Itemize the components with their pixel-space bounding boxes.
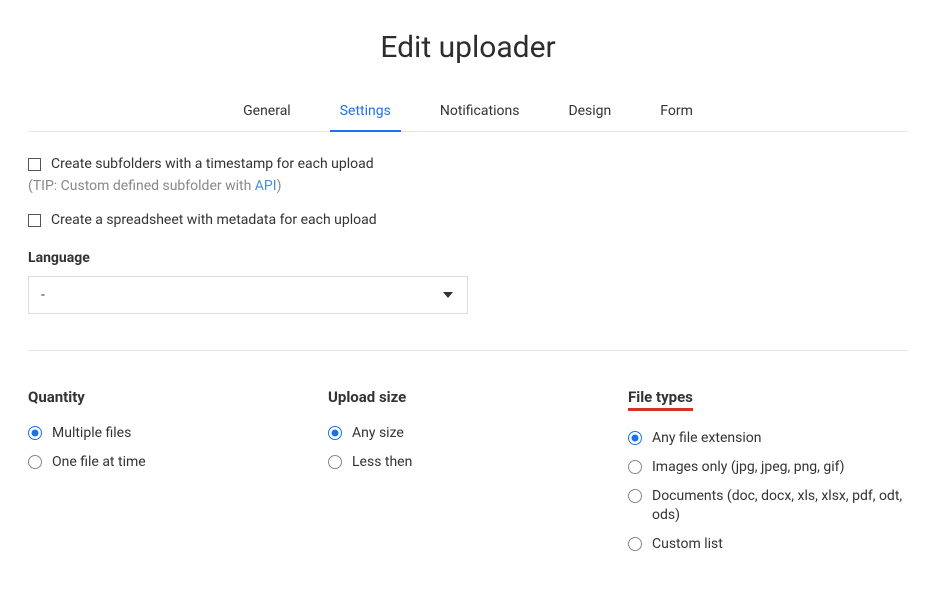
radio-label: Custom list <box>652 535 723 554</box>
radio-quantity-multiple[interactable]: Multiple files <box>28 424 308 443</box>
radio-icon[interactable] <box>628 489 642 503</box>
tip-text: (TIP: Custom defined subfolder with API) <box>28 178 908 194</box>
tip-suffix: ) <box>277 178 282 194</box>
radio-filetype-custom[interactable]: Custom list <box>628 535 908 554</box>
radio-quantity-one[interactable]: One file at time <box>28 453 308 472</box>
radio-icon[interactable] <box>628 460 642 474</box>
tab-notifications[interactable]: Notifications <box>438 95 522 131</box>
radio-label: Multiple files <box>52 424 131 443</box>
checkbox-create-spreadsheet-row[interactable]: Create a spreadsheet with metadata for e… <box>28 212 908 228</box>
checkbox-create-subfolders-label: Create subfolders with a timestamp for e… <box>51 156 374 172</box>
tab-design[interactable]: Design <box>566 95 613 131</box>
radio-label: One file at time <box>52 453 146 472</box>
api-link[interactable]: API <box>255 178 277 194</box>
checkbox-icon[interactable] <box>28 158 41 171</box>
language-selected-value: - <box>41 287 45 303</box>
quantity-column: Quantity Multiple files One file at time <box>28 387 308 563</box>
upload-size-title: Upload size <box>328 388 406 406</box>
file-types-column: File types Any file extension Images onl… <box>628 387 908 563</box>
radio-icon[interactable] <box>628 431 642 445</box>
quantity-title: Quantity <box>28 388 85 406</box>
radio-icon[interactable] <box>328 455 342 469</box>
chevron-down-icon <box>443 292 453 298</box>
radio-icon[interactable] <box>28 455 42 469</box>
tip-prefix: (TIP: Custom defined subfolder with <box>28 178 255 194</box>
radio-upload-less[interactable]: Less then <box>328 453 608 472</box>
radio-label: Images only (jpg, jpeg, png, gif) <box>652 458 845 477</box>
upload-size-column: Upload size Any size Less then <box>328 387 608 563</box>
tab-general[interactable]: General <box>241 95 293 131</box>
radio-filetype-documents[interactable]: Documents (doc, docx, xls, xlsx, pdf, od… <box>628 487 908 525</box>
checkbox-create-subfolders-row[interactable]: Create subfolders with a timestamp for e… <box>28 156 908 172</box>
radio-label: Any size <box>352 424 404 443</box>
divider <box>28 350 908 351</box>
checkbox-icon[interactable] <box>28 214 41 227</box>
page-title: Edit uploader <box>28 30 908 65</box>
radio-icon[interactable] <box>328 426 342 440</box>
language-select[interactable]: - <box>28 276 468 314</box>
checkbox-create-spreadsheet-label: Create a spreadsheet with metadata for e… <box>51 212 377 228</box>
radio-icon[interactable] <box>28 426 42 440</box>
radio-upload-any[interactable]: Any size <box>328 424 608 443</box>
radio-label: Documents (doc, docx, xls, xlsx, pdf, od… <box>652 487 908 525</box>
radio-label: Less then <box>352 453 412 472</box>
radio-label: Any file extension <box>652 429 761 448</box>
radio-filetype-any[interactable]: Any file extension <box>628 429 908 448</box>
file-types-title: File types <box>628 388 693 411</box>
tab-form[interactable]: Form <box>658 95 695 131</box>
tabs: General Settings Notifications Design Fo… <box>28 95 908 132</box>
radio-icon[interactable] <box>628 537 642 551</box>
radio-filetype-images[interactable]: Images only (jpg, jpeg, png, gif) <box>628 458 908 477</box>
language-label: Language <box>28 250 908 266</box>
tab-settings[interactable]: Settings <box>338 95 393 131</box>
settings-columns: Quantity Multiple files One file at time… <box>28 387 908 563</box>
